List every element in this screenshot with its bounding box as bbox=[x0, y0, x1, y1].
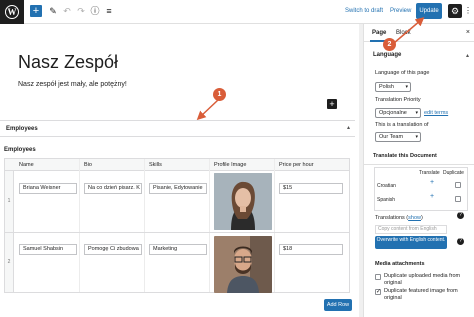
editor-screen: W + ✎ ↶ ↷ ⓘ ≡ Switch to draft Preview Up… bbox=[0, 0, 474, 317]
annotation-callout-2: 2 bbox=[383, 38, 396, 51]
annotation-callout-1: 1 bbox=[213, 88, 226, 101]
annotation-arrows bbox=[196, 17, 425, 121]
annotation-arrow-1 bbox=[196, 99, 219, 121]
annotation-arrow-2 bbox=[393, 17, 425, 44]
